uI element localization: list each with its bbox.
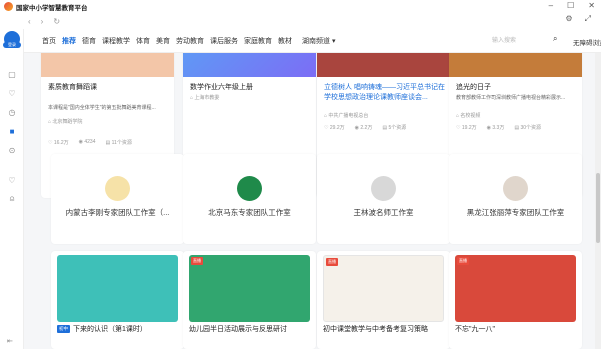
video-title: 初中课堂教学与中考备考复习策略 <box>323 326 428 333</box>
card-org: ⌂ 上海市教委 <box>190 95 220 101</box>
card-banner <box>317 53 450 77</box>
studio-logo <box>105 176 130 201</box>
search-input[interactable]: 输入搜索 <box>492 35 562 47</box>
studio-logo <box>237 176 262 201</box>
nav-item-moral[interactable]: 德育 <box>82 36 96 46</box>
card-title: 素质教育舞蹈课 <box>48 84 97 91</box>
scrollbar-thumb[interactable] <box>596 173 600 243</box>
studio-avatar <box>371 176 396 201</box>
video-card[interactable]: 直播 不忘"九一八" <box>449 251 582 349</box>
video-title: 不忘"九一八" <box>455 326 495 333</box>
maximize-icon[interactable]: ☐ <box>567 1 574 10</box>
scrollbar[interactable] <box>595 53 601 349</box>
card-title: 数学作业六年级上册 <box>190 84 253 91</box>
browser-nav: ‹ › ↻ <box>0 13 601 29</box>
video-title: 幼儿园半日活动展示与反思研讨 <box>189 326 287 333</box>
studio-avatar <box>503 176 528 201</box>
studio-card[interactable]: 内蒙古李刚专家团队工作室（... <box>51 154 184 244</box>
likes-count: ♡ 19.2万 <box>456 125 477 131</box>
card-org: ⌂ 名校视频 <box>456 113 481 119</box>
studio-card[interactable]: 北京马东专家团队工作室 <box>183 154 316 244</box>
app-logo-icon <box>4 2 13 11</box>
live-badge: 直播 <box>457 257 469 265</box>
studio-card[interactable]: 王林波名师工作室 <box>317 154 450 244</box>
heart-icon[interactable]: ♡ <box>7 89 17 99</box>
nav-item-recommend[interactable]: 推荐 <box>62 36 76 46</box>
card-stats: ♡ 19.2万 ◉ 3.3万 ▤ 30个资源 <box>456 124 541 131</box>
browser-tools: ⚙ ⤢ <box>565 14 591 24</box>
card-banner <box>183 53 316 77</box>
card-org: ⌂ 中共广播电视总台 <box>324 113 369 119</box>
region-selector[interactable]: 湖南频道 ▾ <box>302 36 335 46</box>
card-desc: 本课程是"国内全体学生"的第五批舞蹈美育课程... <box>48 105 156 111</box>
video-card[interactable]: 直播 幼儿园半日活动展示与反思研讨 <box>183 251 316 349</box>
search-icon[interactable]: ⌕ <box>553 34 557 44</box>
close-icon[interactable]: ✕ <box>588 1 595 10</box>
refresh-icon[interactable]: ↻ <box>53 17 60 26</box>
studio-name: 黑龙江张丽萍专家团队工作室 <box>466 208 565 217</box>
nav-item-after-school[interactable]: 课后服务 <box>210 36 238 46</box>
video-title: 初中 下来的认识（第1课时） <box>57 325 147 333</box>
card-org: ⌂ 北京舞蹈学院 <box>48 119 83 125</box>
play-icon[interactable]: ⊙ <box>7 146 17 156</box>
card-title: 追光的日子 <box>456 84 491 91</box>
title-bar: 国家中小学智慧教育平台 – ☐ ✕ <box>0 0 601 13</box>
nav-item-sports[interactable]: 体育 <box>136 36 150 46</box>
views-count: ◉ 2.2万 <box>354 125 373 131</box>
card-stats: ♡ 29.2万 ◉ 2.2万 ▤ 5个资源 <box>324 124 406 131</box>
accessibility-link[interactable]: 无障碍浏览 <box>573 37 601 47</box>
region-label: 湖南频道 <box>302 37 330 45</box>
video-thumbnail: 直播 <box>323 255 444 322</box>
views-count: ◉ 3.3万 <box>486 125 505 131</box>
views-count: ◉ 4234 <box>78 139 96 145</box>
resource-count: ▤ 11个资源 <box>105 140 132 146</box>
video-thumbnail <box>57 255 178 322</box>
fullscreen-icon[interactable]: ⤢ <box>585 14 591 24</box>
live-badge: 直播 <box>326 258 338 266</box>
collapse-icon[interactable]: ⇤ <box>7 337 13 345</box>
forward-icon[interactable]: › <box>41 17 44 26</box>
studio-name: 内蒙古李刚专家团队工作室（... <box>65 208 170 217</box>
nav-item-labor[interactable]: 劳动教育 <box>176 36 204 46</box>
calendar-icon[interactable]: ▢ <box>7 70 17 80</box>
studio-card[interactable]: 黑龙江张丽萍专家团队工作室 <box>449 154 582 244</box>
studio-name: 北京马东专家团队工作室 <box>208 208 291 217</box>
nav-item-courses[interactable]: 课程教学 <box>102 36 130 46</box>
nav-item-home[interactable]: 首页 <box>42 36 56 46</box>
user-icon[interactable]: ⍝ <box>7 194 17 204</box>
video-thumbnail: 直播 <box>189 255 310 322</box>
content-area: 素质教育舞蹈课 本课程是"国内全体学生"的第五批舞蹈美育课程... ⌂ 北京舞蹈… <box>24 53 594 349</box>
favorite-icon[interactable]: ♡ <box>7 176 17 186</box>
likes-count: ♡ 29.2万 <box>324 125 345 131</box>
likes-count: ♡ 16.2万 <box>48 140 69 146</box>
video-card[interactable]: 直播 初中课堂教学与中考备考复习策略 <box>317 251 450 349</box>
settings-icon[interactable]: ⚙ <box>565 14 572 24</box>
card-banner <box>449 53 582 77</box>
back-icon[interactable]: ‹ <box>28 17 31 26</box>
nav-item-family[interactable]: 家庭教育 <box>244 36 272 46</box>
nav-item-textbooks[interactable]: 教材 <box>278 36 292 46</box>
nav-item-arts[interactable]: 美育 <box>156 36 170 46</box>
clock-icon[interactable]: ◷ <box>7 108 17 118</box>
book-icon[interactable]: ■ <box>7 127 17 137</box>
video-card[interactable]: 初中 下来的认识（第1课时） <box>51 251 184 349</box>
minimize-icon[interactable]: – <box>549 1 553 10</box>
avatar-label[interactable]: 登录 <box>3 42 21 48</box>
card-stats: ♡ 16.2万 ◉ 4234 ▤ 11个资源 <box>48 139 132 146</box>
window-controls: – ☐ ✕ <box>549 1 595 10</box>
resource-count: ▤ 30个资源 <box>514 125 542 131</box>
app-title: 国家中小学智慧教育平台 <box>16 3 88 12</box>
card-banner <box>41 53 174 77</box>
card-title: 立德树人 唱响铸魂——习近平总书记在学校思想政治理论课教师座谈会... <box>324 84 445 101</box>
category-nav: 首页 推荐 德育 课程教学 体育 美育 劳动教育 课后服务 家庭教育 教材 湖南… <box>24 29 601 53</box>
video-thumbnail: 直播 <box>455 255 576 322</box>
live-badge: 直播 <box>191 257 203 265</box>
grade-tag: 初中 <box>57 325 70 333</box>
sidebar: 登录 ▢ ♡ ◷ ■ ⊙ ♡ ⍝ ⇤ <box>0 29 24 349</box>
resource-count: ▤ 5个资源 <box>382 125 407 131</box>
studio-name: 王林波名师工作室 <box>353 208 414 217</box>
card-desc: 教育部教师工作司深圳教师广播电视台精彩展示... <box>456 95 566 101</box>
